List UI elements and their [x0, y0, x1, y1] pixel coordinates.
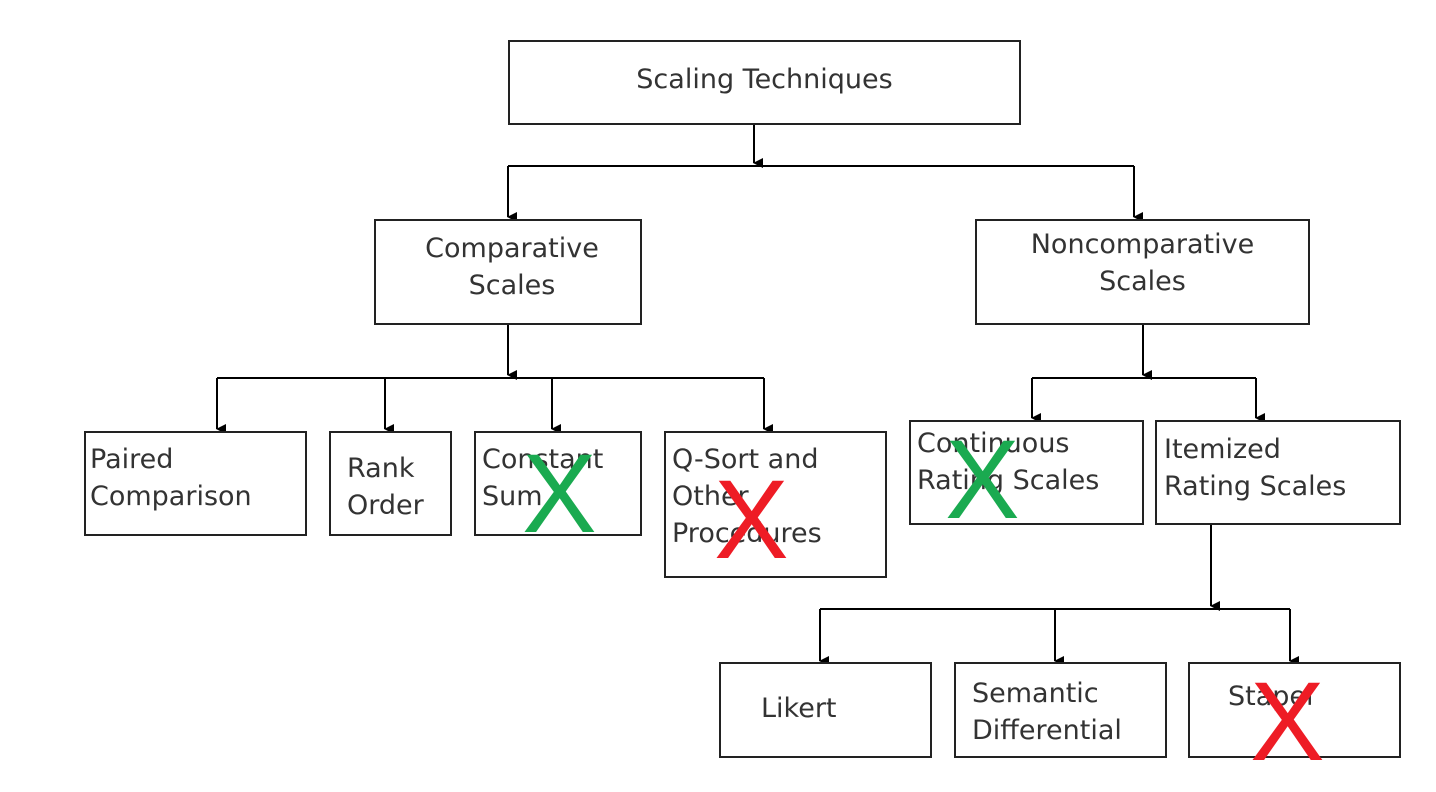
node-stapel: Stapel: [1188, 662, 1401, 758]
node-continuous-rating-scales: Continuous Rating Scales: [909, 420, 1144, 525]
node-likert: Likert: [719, 662, 932, 758]
node-label-line: Constant: [482, 444, 604, 475]
node-label-line: Rating Scales: [1164, 471, 1347, 502]
node-constant-sum: Constant Sum: [474, 431, 642, 536]
node-label-line: Scales: [468, 270, 556, 301]
node-label-line: Comparative: [425, 233, 599, 264]
node-itemized-rating-scales: Itemized Rating Scales: [1155, 420, 1401, 525]
node-label-line: Rank: [347, 453, 415, 484]
node-label-line: Sum: [482, 481, 543, 512]
node-noncomparative-scales: Noncomparative Scales: [975, 219, 1310, 325]
node-label-line: Semantic: [972, 678, 1099, 709]
node-label-line: Q-Sort and: [672, 444, 819, 475]
node-label-line: Itemized: [1164, 434, 1281, 465]
node-label-line: Noncomparative: [1030, 229, 1255, 260]
node-semantic-differential: Semantic Differential: [954, 662, 1167, 758]
node-label: Stapel: [1228, 681, 1314, 712]
node-label-line: Differential: [972, 715, 1122, 746]
node-label-line: Comparison: [90, 481, 252, 512]
node-paired-comparison: Paired Comparison: [84, 431, 307, 536]
node-comparative-scales: Comparative Scales: [374, 219, 642, 325]
node-label-line: Order: [347, 490, 424, 521]
node-label: Scaling Techniques: [636, 64, 893, 95]
node-label-line: Other: [672, 481, 749, 512]
node-qsort-other-procedures: Q-Sort and Other Procedures: [664, 431, 887, 578]
node-label-line: Procedures: [672, 518, 822, 549]
node-scaling-techniques: Scaling Techniques: [508, 40, 1021, 125]
node-label: Likert: [761, 693, 837, 724]
node-label-line: Rating Scales: [917, 465, 1100, 496]
node-label-line: Continuous: [917, 428, 1070, 459]
node-label-line: Paired: [90, 444, 174, 475]
node-label-line: Scales: [1099, 266, 1186, 297]
node-rank-order: Rank Order: [329, 431, 452, 536]
